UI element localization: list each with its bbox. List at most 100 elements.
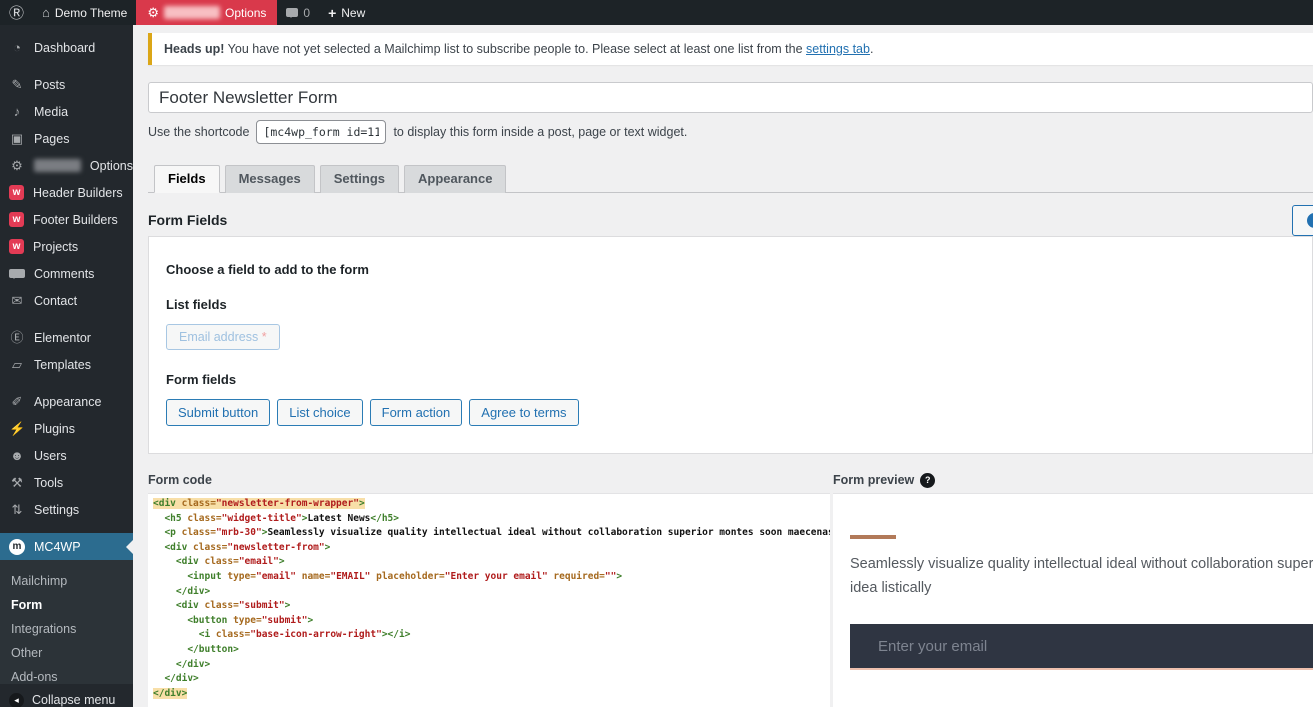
shortcode-input[interactable] bbox=[256, 120, 386, 144]
code-line: <h5 class="widget-title">Latest News</h5… bbox=[153, 512, 830, 527]
code-line: <div class="email"> bbox=[153, 555, 830, 570]
form-preview-column: Form preview ? Seamlessly visualize qual… bbox=[833, 467, 1313, 707]
sidebar-item-mc4wp[interactable]: mMC4WP bbox=[0, 533, 133, 560]
sidebar-item-footer-builders[interactable]: wFooter Builders bbox=[0, 206, 133, 233]
sidebar-item-label: Dashboard bbox=[34, 41, 95, 55]
submenu-item-other[interactable]: Other bbox=[0, 641, 133, 665]
code-token: "submit" bbox=[262, 615, 308, 626]
tab-messages[interactable]: Messages bbox=[225, 165, 315, 193]
pin-icon: ✎ bbox=[9, 77, 25, 93]
settings-tab-link[interactable]: settings tab bbox=[806, 42, 870, 56]
code-token: "newsletter-from" bbox=[227, 542, 324, 553]
comments-shortcut[interactable]: 0 bbox=[277, 0, 319, 25]
collapse-menu-button[interactable]: ◂ Collapse menu bbox=[0, 684, 133, 707]
comment-icon bbox=[9, 269, 25, 278]
code-token: Seamlessly visualize quality intellectua… bbox=[267, 527, 830, 538]
code-token: <input bbox=[153, 571, 222, 582]
code-token: type= bbox=[222, 571, 256, 582]
sidebar-item-tools[interactable]: ⚒Tools bbox=[0, 469, 133, 496]
code-token: > bbox=[359, 498, 365, 509]
site-name-link[interactable]: ⌂ Demo Theme bbox=[33, 0, 136, 25]
sidebar-item-elementor[interactable]: ⒺElementor bbox=[0, 324, 133, 351]
sidebar-item-contact[interactable]: ✉ Contact bbox=[0, 287, 133, 314]
sidebar-item-label: Tools bbox=[34, 476, 63, 490]
code-token: type= bbox=[227, 615, 261, 626]
sidebar-menu: ◔Dashboard ✎ Posts ♪Media▣Pages⚙OptionswHea… bbox=[0, 25, 133, 560]
code-token: "EMAIL" bbox=[330, 571, 370, 582]
sidebar-item-header-builders[interactable]: wHeader Builders bbox=[0, 179, 133, 206]
code-token: <p bbox=[153, 527, 176, 538]
email-address-field-button[interactable]: Email address * bbox=[166, 324, 280, 350]
code-token: </i> bbox=[388, 629, 411, 640]
submenu-item-mailchimp[interactable]: Mailchimp bbox=[0, 569, 133, 593]
code-token: <div bbox=[153, 556, 199, 567]
code-token: </div> bbox=[153, 688, 187, 699]
admin-sidebar: ◔Dashboard ✎ Posts ♪Media▣Pages⚙OptionswHea… bbox=[0, 25, 133, 707]
code-token: > bbox=[616, 571, 622, 582]
tab-appearance[interactable]: Appearance bbox=[404, 165, 506, 193]
code-token: > bbox=[285, 600, 291, 611]
code-token: class= bbox=[199, 600, 239, 611]
form-code-editor[interactable]: <div class="newsletter-from-wrapper"> <h… bbox=[148, 493, 830, 707]
theme-options-badge[interactable]: ⚙ Options bbox=[136, 0, 277, 25]
code-token: "Enter your email" bbox=[445, 571, 548, 582]
form-title-input[interactable] bbox=[148, 82, 1313, 113]
sidebar-item-label: Posts bbox=[34, 78, 65, 92]
form-tabs: FieldsMessagesSettingsAppearance bbox=[148, 165, 1313, 193]
sidebar-item-comments[interactable]: Comments bbox=[0, 260, 133, 287]
sidebar-item-appearance[interactable]: ✐Appearance bbox=[0, 388, 133, 415]
code-line: <button type="submit"> bbox=[153, 614, 830, 629]
folder-icon: ▱ bbox=[9, 357, 25, 373]
plug-icon: ⚡ bbox=[9, 421, 25, 437]
envelope-icon: ✉ bbox=[9, 293, 25, 309]
code-token: </h5> bbox=[370, 513, 399, 524]
add-field-button-list-choice[interactable]: List choice bbox=[277, 399, 362, 426]
code-token: </div> bbox=[153, 586, 210, 597]
highlighted-code: <div class="newsletter-from-wrapper"> bbox=[153, 498, 365, 509]
submenu-item-integrations[interactable]: Integrations bbox=[0, 617, 133, 641]
redacted-text bbox=[34, 159, 81, 172]
fields-help-button[interactable] bbox=[1292, 205, 1313, 236]
sidebar-item-dashboard[interactable]: ◔Dashboard bbox=[0, 34, 133, 61]
new-content-menu[interactable]: + New bbox=[319, 0, 374, 25]
add-field-button-agree-to-terms[interactable]: Agree to terms bbox=[469, 399, 578, 426]
sidebar-item-label: Users bbox=[34, 449, 67, 463]
code-line: <div class="submit"> bbox=[153, 599, 830, 614]
sidebar-item-pages[interactable]: ▣Pages bbox=[0, 125, 133, 152]
sidebar-item-projects[interactable]: wProjects bbox=[0, 233, 133, 260]
wordpress-menu[interactable]: Ⓡ bbox=[0, 0, 33, 25]
sidebar-item-templates[interactable]: ▱Templates bbox=[0, 351, 133, 378]
sidebar-item-plugins[interactable]: ⚡Plugins bbox=[0, 415, 133, 442]
sidebar-item-label: Contact bbox=[34, 294, 77, 308]
sliders-icon: ⇅ bbox=[9, 502, 25, 518]
sidebar-item-posts[interactable]: ✎ Posts bbox=[0, 71, 133, 98]
sidebar-item-label: Footer Builders bbox=[33, 213, 118, 227]
shortcode-row: Use the shortcode to display this form i… bbox=[148, 120, 1313, 144]
add-field-button-submit-button[interactable]: Submit button bbox=[166, 399, 270, 426]
sidebar-item-settings[interactable]: ⇅Settings bbox=[0, 496, 133, 523]
code-token: <div bbox=[153, 498, 176, 509]
form-preview-area: Seamlessly visualize quality intellectua… bbox=[833, 493, 1313, 707]
widget-title-accent-bar bbox=[850, 535, 896, 539]
code-line: <div class="newsletter-from"> bbox=[153, 541, 830, 556]
sidebar-item-label: Header Builders bbox=[33, 186, 123, 200]
code-preview-split: Form code <div class="newsletter-from-wr… bbox=[148, 467, 1313, 707]
tab-fields[interactable]: Fields bbox=[154, 165, 220, 193]
tab-settings[interactable]: Settings bbox=[320, 165, 399, 193]
sidebar-item-users[interactable]: ☻Users bbox=[0, 442, 133, 469]
field-buttons-row: Submit button List choice Form actionAgree… bbox=[166, 399, 1295, 426]
home-icon: ⌂ bbox=[42, 5, 50, 20]
gear-icon: ⚙ bbox=[9, 158, 25, 174]
code-token: class= bbox=[187, 542, 227, 553]
sidebar-item-label: Pages bbox=[34, 132, 69, 146]
help-icon[interactable]: ? bbox=[920, 473, 935, 488]
sidebar-item-media[interactable]: ♪Media bbox=[0, 98, 133, 125]
add-field-button-form-action[interactable]: Form action bbox=[370, 399, 463, 426]
code-token: <div bbox=[153, 600, 199, 611]
sidebar-item-options[interactable]: ⚙Options bbox=[0, 152, 133, 179]
submenu-item-form[interactable]: Form bbox=[0, 593, 133, 617]
code-token: required= bbox=[548, 571, 605, 582]
code-line: <div class="newsletter-from-wrapper"> bbox=[153, 497, 830, 512]
code-token: Latest News bbox=[307, 513, 370, 524]
preview-email-input[interactable] bbox=[850, 624, 1313, 670]
